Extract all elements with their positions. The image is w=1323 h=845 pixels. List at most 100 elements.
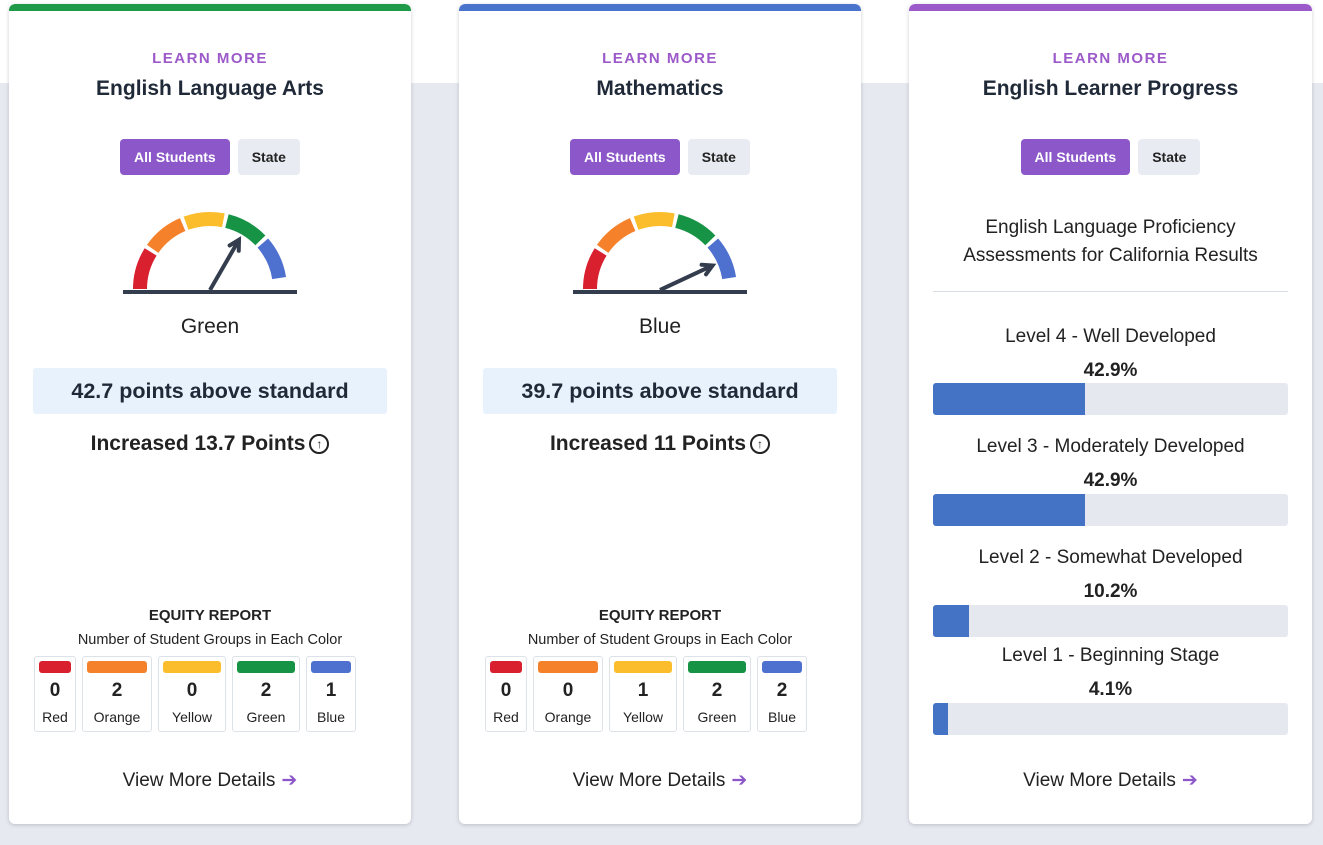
level-progress-fill — [933, 383, 1086, 415]
level-percent: 10.2% — [1083, 581, 1138, 602]
equity-cell-green: 2 Green — [232, 656, 300, 732]
gauge-segment-orange — [596, 218, 636, 254]
color-label: Orange — [544, 709, 592, 725]
level-percent: 4.1% — [1088, 679, 1133, 700]
gauge-segment-blue — [707, 238, 737, 280]
color-swatch — [163, 661, 221, 673]
learn-more-link[interactable]: LEARN MORE — [9, 50, 411, 67]
level-progress-bar — [933, 494, 1288, 526]
performance-gauge — [123, 212, 297, 294]
equity-cell-orange: 2 Orange — [82, 656, 152, 732]
view-more-details-link[interactable]: View More Details ➔ — [9, 769, 411, 792]
color-label: Red — [493, 709, 519, 725]
equity-report-title: EQUITY REPORT — [148, 607, 272, 624]
state-button[interactable]: State — [237, 139, 300, 175]
level-label: Level 2 - Somewhat Developed — [978, 547, 1243, 568]
card-title: English Language Arts — [96, 77, 324, 100]
group-count: 2 — [260, 680, 272, 701]
points-above-standard: 39.7 points above standard — [483, 368, 837, 414]
change-value: Increased 11 Points — [549, 432, 747, 455]
all-students-button[interactable]: All Students — [1020, 139, 1131, 175]
level-progress-bar — [933, 383, 1288, 415]
group-count: 2 — [111, 680, 123, 701]
color-swatch — [688, 661, 746, 673]
arrow-up-circle-icon: ↑ — [309, 434, 330, 454]
all-students-button[interactable]: All Students — [120, 139, 230, 175]
card-title: English Learner Progress — [982, 77, 1239, 100]
arrow-right-icon: ➔ — [281, 770, 298, 791]
view-more-details-label: View More Details — [122, 770, 276, 791]
color-label: Orange — [93, 709, 141, 725]
gauge-segment-blue — [257, 238, 287, 280]
color-swatch — [237, 661, 295, 673]
view-more-details-link[interactable]: View More Details ➔ — [909, 769, 1312, 792]
color-label: Blue — [767, 709, 797, 725]
level-percent: 42.9% — [1083, 470, 1138, 491]
gauge-segment-orange — [146, 218, 186, 254]
state-button[interactable]: State — [1138, 139, 1201, 175]
student-group-toggle: All Students State — [9, 139, 411, 175]
level-progress-fill — [933, 703, 948, 735]
group-count: 0 — [49, 680, 61, 701]
card-accent-bar — [909, 4, 1312, 11]
group-count: 0 — [500, 680, 512, 701]
view-more-details-link[interactable]: View More Details ➔ — [459, 769, 861, 792]
arrow-right-icon: ➔ — [731, 770, 748, 791]
level-progress-fill — [933, 494, 1086, 526]
gauge-needle — [208, 238, 241, 292]
equity-cell-red: 0 Red — [485, 656, 527, 732]
state-button[interactable]: State — [687, 139, 750, 175]
student-group-toggle: All Students State — [909, 139, 1312, 175]
group-count: 2 — [776, 680, 788, 701]
color-swatch — [614, 661, 672, 673]
equity-grid: 0 Red 0 Orange 1 Yellow 2 Green 2 Blue — [485, 656, 807, 734]
color-swatch — [490, 661, 522, 673]
elpac-subtitle: English Language Proficiency Assessments… — [909, 214, 1312, 270]
level-progress-fill — [933, 605, 970, 637]
level-progress-bar — [933, 605, 1288, 637]
color-swatch — [311, 661, 351, 673]
performance-level: Green — [180, 315, 240, 338]
gauge-segment-yellow — [183, 212, 225, 230]
equity-cell-green: 2 Green — [683, 656, 751, 732]
equity-cell-orange: 0 Orange — [533, 656, 603, 732]
card-accent-bar — [9, 4, 411, 11]
learn-more-link[interactable]: LEARN MORE — [909, 50, 1312, 67]
color-swatch — [87, 661, 147, 673]
level-label: Level 4 - Well Developed — [1005, 326, 1216, 347]
view-more-details-label: View More Details — [572, 770, 726, 791]
all-students-button[interactable]: All Students — [570, 139, 680, 175]
equity-report-subtitle: Number of Student Groups in Each Color — [77, 632, 343, 648]
elpac-subtitle-line: Assessments for California Results — [963, 245, 1258, 266]
level-label: Level 1 - Beginning Stage — [1001, 645, 1220, 666]
equity-cell-yellow: 0 Yellow — [158, 656, 226, 732]
group-count: 1 — [325, 680, 337, 701]
level-label: Level 3 - Moderately Developed — [976, 436, 1245, 457]
equity-report-subtitle: Number of Student Groups in Each Color — [527, 632, 793, 648]
equity-cell-blue: 1 Blue — [306, 656, 356, 732]
gauge-segment-green — [674, 214, 716, 246]
group-count: 0 — [186, 680, 198, 701]
group-count: 1 — [637, 680, 649, 701]
equity-report-title: EQUITY REPORT — [598, 607, 722, 624]
view-more-details-label: View More Details — [1023, 770, 1176, 791]
performance-gauge — [573, 212, 747, 294]
color-label: Yellow — [172, 709, 212, 725]
elpac-subtitle-line: English Language Proficiency — [985, 217, 1236, 238]
change-value: Increased 13.7 Points — [90, 432, 306, 455]
learn-more-link[interactable]: LEARN MORE — [459, 50, 861, 67]
group-count: 0 — [562, 680, 574, 701]
color-label: Green — [697, 709, 737, 725]
card-title: Mathematics — [596, 77, 724, 100]
color-swatch — [762, 661, 802, 673]
color-label: Blue — [316, 709, 346, 725]
group-count: 2 — [711, 680, 723, 701]
elp-card: LEARN MORE English Learner Progress All … — [909, 4, 1312, 824]
equity-grid: 0 Red 2 Orange 0 Yellow 2 Green 1 Blue — [34, 656, 356, 734]
color-swatch — [538, 661, 598, 673]
level-progress-bar — [933, 703, 1288, 735]
gauge-segment-red — [133, 248, 157, 290]
ela-card: LEARN MORE English Language Arts All Stu… — [9, 4, 411, 824]
divider — [933, 291, 1288, 292]
color-label: Yellow — [623, 709, 663, 725]
